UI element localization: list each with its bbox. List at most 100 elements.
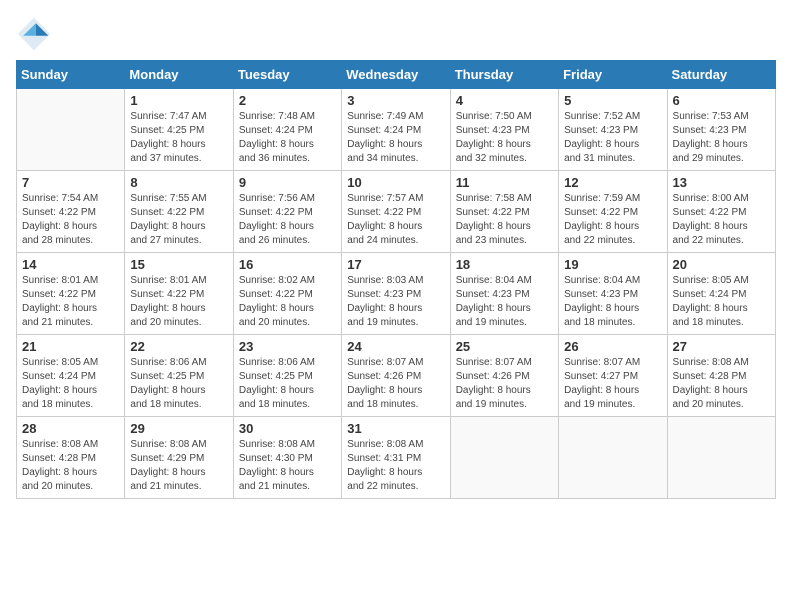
header-cell-saturday: Saturday bbox=[667, 61, 775, 89]
calendar-table: SundayMondayTuesdayWednesdayThursdayFrid… bbox=[16, 60, 776, 499]
logo bbox=[16, 16, 56, 52]
calendar-cell: 19 Sunrise: 8:04 AM Sunset: 4:23 PM Dayli… bbox=[559, 253, 667, 335]
cell-info: Sunrise: 8:08 AM Sunset: 4:30 PM Dayligh… bbox=[239, 438, 336, 494]
calendar-cell: 28Sunrise: 8:08 AM Sunset: 4:28 PM Dayli… bbox=[17, 417, 125, 499]
header-cell-wednesday: Wednesday bbox=[342, 61, 450, 89]
page-header bbox=[16, 16, 776, 52]
calendar-header: SundayMondayTuesdayWednesdayThursdayFrid… bbox=[17, 61, 776, 89]
cell-info: Sunrise: 8:01 AM Sunset: 4:22 PM Dayligh… bbox=[22, 274, 119, 330]
header-cell-tuesday: Tuesday bbox=[233, 61, 341, 89]
calendar-cell: 18 Sunrise: 8:04 AM Sunset: 4:23 PM Dayli… bbox=[450, 253, 558, 335]
cell-info: Sunrise: 7:55 AM Sunset: 4:22 PM Dayligh… bbox=[130, 192, 227, 248]
calendar-cell bbox=[559, 417, 667, 499]
day-number: 4 bbox=[456, 93, 553, 108]
cell-info: Sunrise: 8:01 AM Sunset: 4:22 PM Dayligh… bbox=[130, 274, 227, 330]
cell-info: Sunrise: 7:50 AM Sunset: 4:23 PM Dayligh… bbox=[456, 110, 553, 166]
day-number: 14 bbox=[22, 257, 119, 272]
cell-info: Sunrise: 7:47 AM Sunset: 4:25 PM Dayligh… bbox=[130, 110, 227, 166]
cell-info: Sunrise: 7:57 AM Sunset: 4:22 PM Dayligh… bbox=[347, 192, 444, 248]
cell-info: Sunrise: 8:06 AM Sunset: 4:25 PM Dayligh… bbox=[239, 356, 336, 412]
cell-info: Sunrise: 7:59 AM Sunset: 4:22 PM Dayligh… bbox=[564, 192, 661, 248]
cell-info: Sunrise: 8:08 AM Sunset: 4:29 PM Dayligh… bbox=[130, 438, 227, 494]
day-number: 7 bbox=[22, 175, 119, 190]
day-number: 6 bbox=[673, 93, 770, 108]
calendar-cell bbox=[450, 417, 558, 499]
calendar-cell: 27Sunrise: 8:08 AM Sunset: 4:28 PM Dayli… bbox=[667, 335, 775, 417]
week-row-3: 21Sunrise: 8:05 AM Sunset: 4:24 PM Dayli… bbox=[17, 335, 776, 417]
calendar-cell: 21Sunrise: 8:05 AM Sunset: 4:24 PM Dayli… bbox=[17, 335, 125, 417]
day-number: 5 bbox=[564, 93, 661, 108]
calendar-cell bbox=[667, 417, 775, 499]
day-number: 28 bbox=[22, 421, 119, 436]
cell-info: Sunrise: 8:04 AM Sunset: 4:23 PM Dayligh… bbox=[456, 274, 553, 330]
calendar-cell: 30 Sunrise: 8:08 AM Sunset: 4:30 PM Dayli… bbox=[233, 417, 341, 499]
day-number: 12 bbox=[564, 175, 661, 190]
calendar-cell: 15Sunrise: 8:01 AM Sunset: 4:22 PM Dayli… bbox=[125, 253, 233, 335]
header-cell-friday: Friday bbox=[559, 61, 667, 89]
calendar-cell: 31Sunrise: 8:08 AM Sunset: 4:31 PM Dayli… bbox=[342, 417, 450, 499]
cell-info: Sunrise: 8:03 AM Sunset: 4:23 PM Dayligh… bbox=[347, 274, 444, 330]
cell-info: Sunrise: 8:02 AM Sunset: 4:22 PM Dayligh… bbox=[239, 274, 336, 330]
day-number: 3 bbox=[347, 93, 444, 108]
day-number: 24 bbox=[347, 339, 444, 354]
header-cell-monday: Monday bbox=[125, 61, 233, 89]
calendar-cell: 22 Sunrise: 8:06 AM Sunset: 4:25 PM Dayli… bbox=[125, 335, 233, 417]
day-number: 17 bbox=[347, 257, 444, 272]
calendar-body: 1 Sunrise: 7:47 AM Sunset: 4:25 PM Daylig… bbox=[17, 89, 776, 499]
cell-info: Sunrise: 8:08 AM Sunset: 4:31 PM Dayligh… bbox=[347, 438, 444, 494]
calendar-cell: 11Sunrise: 7:58 AM Sunset: 4:22 PM Dayli… bbox=[450, 171, 558, 253]
calendar-cell: 23 Sunrise: 8:06 AM Sunset: 4:25 PM Dayli… bbox=[233, 335, 341, 417]
calendar-cell: 7Sunrise: 7:54 AM Sunset: 4:22 PM Daylig… bbox=[17, 171, 125, 253]
cell-info: Sunrise: 8:07 AM Sunset: 4:26 PM Dayligh… bbox=[347, 356, 444, 412]
day-number: 1 bbox=[130, 93, 227, 108]
calendar-cell bbox=[17, 89, 125, 171]
day-number: 26 bbox=[564, 339, 661, 354]
calendar-cell: 14 Sunrise: 8:01 AM Sunset: 4:22 PM Dayli… bbox=[17, 253, 125, 335]
calendar-cell: 9Sunrise: 7:56 AM Sunset: 4:22 PM Daylig… bbox=[233, 171, 341, 253]
day-number: 16 bbox=[239, 257, 336, 272]
day-number: 18 bbox=[456, 257, 553, 272]
day-number: 27 bbox=[673, 339, 770, 354]
logo-icon bbox=[16, 16, 52, 52]
calendar-cell: 8 Sunrise: 7:55 AM Sunset: 4:22 PM Daylig… bbox=[125, 171, 233, 253]
calendar-cell: 25 Sunrise: 8:07 AM Sunset: 4:26 PM Dayli… bbox=[450, 335, 558, 417]
day-number: 23 bbox=[239, 339, 336, 354]
cell-info: Sunrise: 8:07 AM Sunset: 4:26 PM Dayligh… bbox=[456, 356, 553, 412]
day-number: 25 bbox=[456, 339, 553, 354]
calendar-cell: 5 Sunrise: 7:52 AM Sunset: 4:23 PM Daylig… bbox=[559, 89, 667, 171]
calendar-cell: 1 Sunrise: 7:47 AM Sunset: 4:25 PM Daylig… bbox=[125, 89, 233, 171]
week-row-0: 1 Sunrise: 7:47 AM Sunset: 4:25 PM Daylig… bbox=[17, 89, 776, 171]
cell-info: Sunrise: 7:48 AM Sunset: 4:24 PM Dayligh… bbox=[239, 110, 336, 166]
calendar-cell: 17 Sunrise: 8:03 AM Sunset: 4:23 PM Dayli… bbox=[342, 253, 450, 335]
week-row-1: 7Sunrise: 7:54 AM Sunset: 4:22 PM Daylig… bbox=[17, 171, 776, 253]
header-row: SundayMondayTuesdayWednesdayThursdayFrid… bbox=[17, 61, 776, 89]
cell-info: Sunrise: 7:49 AM Sunset: 4:24 PM Dayligh… bbox=[347, 110, 444, 166]
day-number: 22 bbox=[130, 339, 227, 354]
calendar-cell: 12 Sunrise: 7:59 AM Sunset: 4:22 PM Dayli… bbox=[559, 171, 667, 253]
day-number: 10 bbox=[347, 175, 444, 190]
day-number: 13 bbox=[673, 175, 770, 190]
day-number: 2 bbox=[239, 93, 336, 108]
cell-info: Sunrise: 8:06 AM Sunset: 4:25 PM Dayligh… bbox=[130, 356, 227, 412]
day-number: 30 bbox=[239, 421, 336, 436]
week-row-2: 14 Sunrise: 8:01 AM Sunset: 4:22 PM Dayli… bbox=[17, 253, 776, 335]
day-number: 21 bbox=[22, 339, 119, 354]
day-number: 8 bbox=[130, 175, 227, 190]
cell-info: Sunrise: 7:52 AM Sunset: 4:23 PM Dayligh… bbox=[564, 110, 661, 166]
calendar-cell: 4 Sunrise: 7:50 AM Sunset: 4:23 PM Daylig… bbox=[450, 89, 558, 171]
cell-info: Sunrise: 8:05 AM Sunset: 4:24 PM Dayligh… bbox=[673, 274, 770, 330]
day-number: 29 bbox=[130, 421, 227, 436]
calendar-cell: 16 Sunrise: 8:02 AM Sunset: 4:22 PM Dayli… bbox=[233, 253, 341, 335]
cell-info: Sunrise: 8:04 AM Sunset: 4:23 PM Dayligh… bbox=[564, 274, 661, 330]
cell-info: Sunrise: 8:00 AM Sunset: 4:22 PM Dayligh… bbox=[673, 192, 770, 248]
calendar-cell: 13 Sunrise: 8:00 AM Sunset: 4:22 PM Dayli… bbox=[667, 171, 775, 253]
day-number: 19 bbox=[564, 257, 661, 272]
calendar-cell: 26Sunrise: 8:07 AM Sunset: 4:27 PM Dayli… bbox=[559, 335, 667, 417]
day-number: 20 bbox=[673, 257, 770, 272]
calendar-cell: 3 Sunrise: 7:49 AM Sunset: 4:24 PM Daylig… bbox=[342, 89, 450, 171]
calendar-cell: 6 Sunrise: 7:53 AM Sunset: 4:23 PM Daylig… bbox=[667, 89, 775, 171]
header-cell-thursday: Thursday bbox=[450, 61, 558, 89]
cell-info: Sunrise: 7:53 AM Sunset: 4:23 PM Dayligh… bbox=[673, 110, 770, 166]
cell-info: Sunrise: 7:56 AM Sunset: 4:22 PM Dayligh… bbox=[239, 192, 336, 248]
week-row-4: 28Sunrise: 8:08 AM Sunset: 4:28 PM Dayli… bbox=[17, 417, 776, 499]
